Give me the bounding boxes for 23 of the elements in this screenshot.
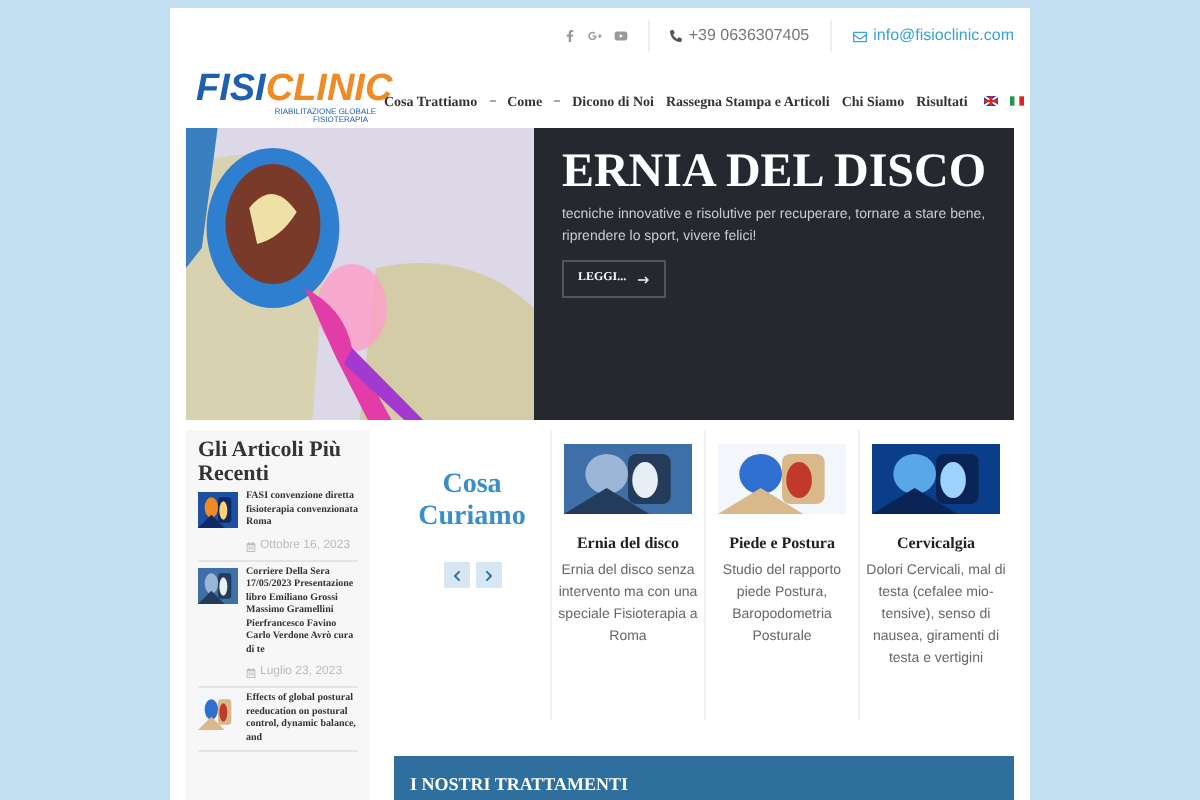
arrow-right-icon <box>638 275 651 283</box>
next-button[interactable] <box>475 562 501 588</box>
section-title: Cosa Curiamo <box>416 470 528 534</box>
card-title: Piede e Postura <box>729 532 835 556</box>
card-title: Cervicalgia <box>896 532 976 556</box>
email-icon <box>851 29 868 43</box>
calendar-icon <box>246 668 256 678</box>
hero-title: ERNIA DEL DISCO <box>561 144 986 200</box>
sidebar-title: Gli Articoli Più Recenti <box>198 438 343 486</box>
chevron-left-icon <box>451 569 461 581</box>
facebook-icon[interactable] <box>564 30 577 42</box>
youtube-icon[interactable] <box>614 30 629 42</box>
uk-flag-icon[interactable] <box>983 96 998 107</box>
phone-number: +39 0636307405 <box>688 24 810 48</box>
phone-icon <box>670 30 683 42</box>
google-plus-icon[interactable] <box>588 30 603 42</box>
logo-text: FISI <box>196 70 266 108</box>
chevron-right-icon <box>483 569 493 581</box>
banner-title: I NOSTRI TRATTAMENTI <box>410 771 629 797</box>
calendar-icon <box>246 541 256 551</box>
card-title: Ernia del disco <box>576 532 680 556</box>
italy-flag-icon[interactable] <box>1009 96 1024 107</box>
previous-button[interactable] <box>443 562 469 588</box>
